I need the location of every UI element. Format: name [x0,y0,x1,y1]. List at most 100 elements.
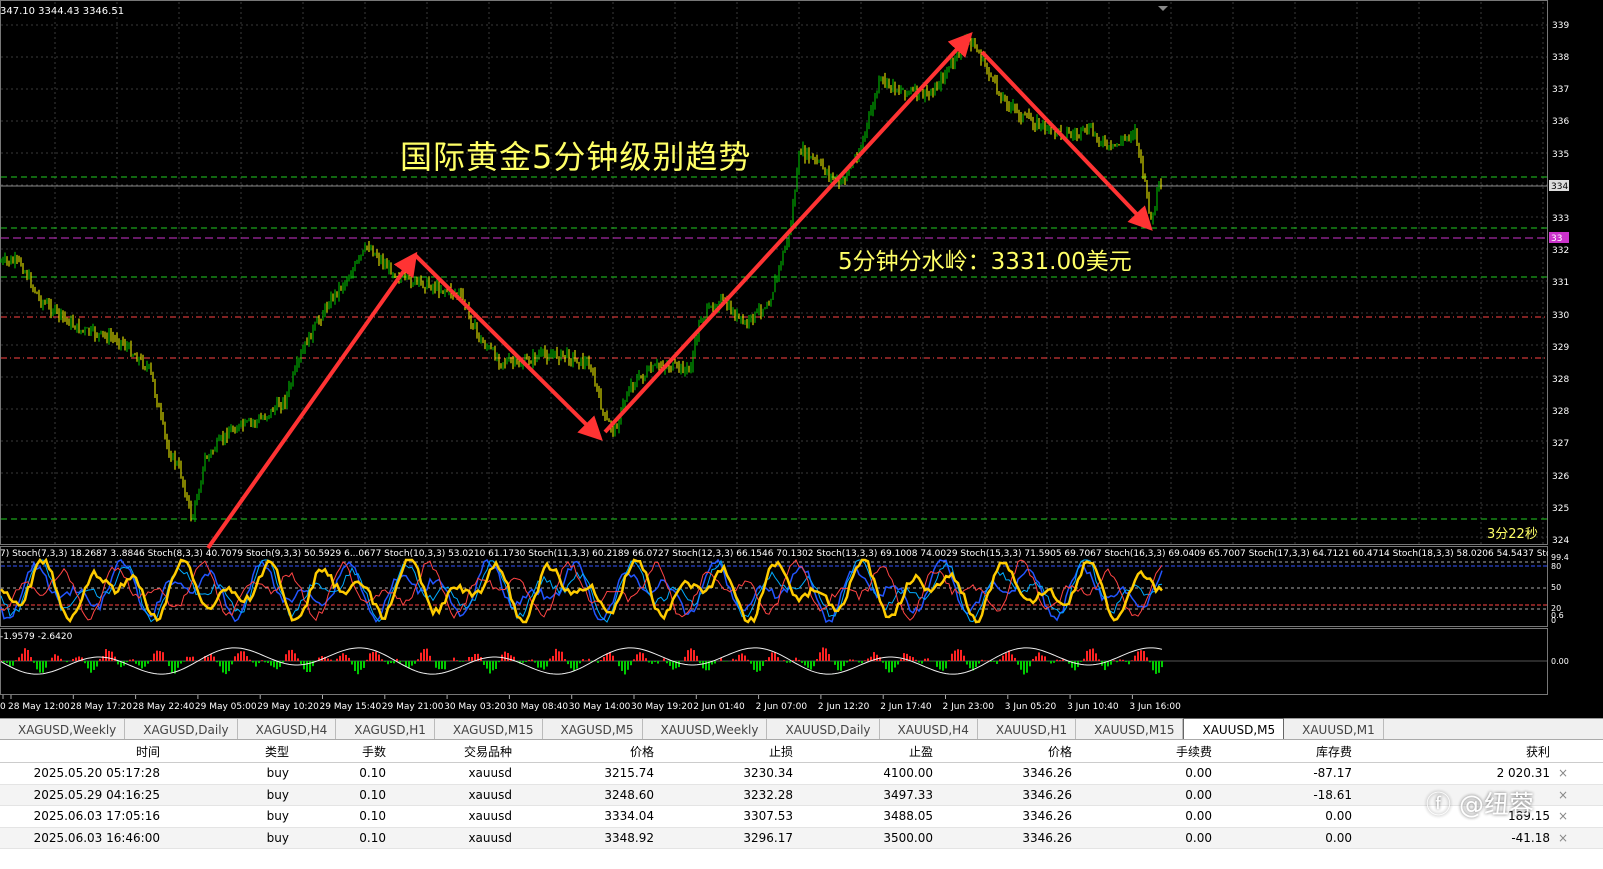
tab-xagusd-m5[interactable]: XAGUSD,M5 [543,719,643,739]
price-axis-label: 327 [1552,439,1569,449]
time-axis-label: 28 May 17:20 [70,702,132,712]
order-cell: 0.00 [1185,830,1212,845]
order-cell: 3248.60 [604,787,654,802]
close-order-icon[interactable]: × [1558,809,1568,823]
order-cell: xauusd [468,830,512,845]
order-cell: 3497.33 [883,787,933,802]
price-axis-label: 326 [1552,472,1569,482]
order-cell: 0.10 [359,830,386,845]
stoch-axis-label: 99.4 [1551,553,1569,562]
price-chart-svg[interactable]: 3393383373363353343333323313303293283283… [0,0,1603,718]
stoch-axis-label: 50 [1551,583,1561,592]
price-axis: 339 338 337 336 335 334 333 332 331 330 329 328 328 3… [1549,21,1569,546]
price-axis-label: 332 [1552,246,1569,256]
orders-column-header[interactable]: 交易品种 [464,743,512,760]
order-cell: xauusd [468,766,512,780]
order-cell: 3296.17 [743,830,793,845]
tab-xauusd-weekly[interactable]: XAUUSD,Weekly [643,719,768,739]
order-cell: -18.61 [1313,787,1352,802]
time-axis-label: 2 Jun 23:00 [943,702,995,712]
close-order-icon[interactable]: × [1558,766,1568,780]
order-cell: xauusd [468,787,512,802]
tab-xauusd-h1[interactable]: XAUUSD,H1 [978,719,1077,739]
orders-column-header[interactable]: 手数 [362,743,386,760]
stoch-axis-label: 0 [1551,616,1556,625]
tab-xagusd-h4[interactable]: XAGUSD,H4 [238,719,337,739]
price-axis-label: 338 [1552,53,1569,63]
tab-xagusd-weekly[interactable]: XAGUSD,Weekly [0,719,126,739]
chart-title-annotation: 国际黄金5分钟级别趋势 [400,138,752,176]
time-axis-label: 29 May 21:00 [382,702,444,712]
price-axis-label: 336 [1552,117,1569,127]
current-price-tag-text: 334 [1551,182,1568,192]
close-order-icon[interactable]: × [1558,831,1568,845]
time-axis-label: 3 Jun 05:20 [1005,702,1057,712]
table-row[interactable]: 2025.05.20 05:17:28 buy 0.10 xauusd 3215.74 3… [0,763,1603,785]
tab-xauusd-m5[interactable]: XAUUSD,M5 [1183,718,1285,739]
tab-xagusd-h1[interactable]: XAGUSD,H1 [336,719,435,739]
level-annotation: 5分钟分水岭：3331.00美元 [838,249,1132,275]
order-cell: 0.10 [359,809,386,824]
orders-column-header[interactable]: 止盈 [909,743,933,760]
time-axis-label: 3 Jun 16:00 [1129,702,1181,712]
chart-window[interactable]: 3393383373363353343333323313303293283283… [0,0,1603,718]
orders-column-header[interactable]: 止损 [769,743,793,760]
price-axis-label: 328 [1552,407,1569,417]
price-axis-label: 339 [1552,21,1569,31]
horizontal-levels [1,176,1547,520]
trend-arrow [206,251,418,550]
time-axis-label: 3 Jun 10:40 [1067,702,1119,712]
order-cell: xauusd [468,809,512,824]
close-order-icon[interactable]: × [1558,788,1568,802]
chart-grid [1,2,1547,544]
table-row[interactable]: 2025.05.29 04:16:25 buy 0.10 xauusd 3248.60 3… [0,784,1603,807]
time-axis-label: 2 Jun 12:20 [818,702,870,712]
tab-xauusd-daily[interactable]: XAUUSD,Daily [767,719,880,739]
orders-column-header[interactable]: 手续费 [1176,743,1212,760]
order-cell: 2025.05.20 05:17:28 [33,766,160,780]
price-axis-label: 335 [1552,150,1569,160]
price-axis-label: 329 [1552,343,1569,353]
orders-column-header[interactable]: 获利 [1526,743,1550,760]
orders-column-header[interactable]: 库存费 [1316,743,1352,760]
order-cell: 0.10 [359,787,386,802]
order-cell: 2025.06.03 17:05:16 [33,809,160,824]
macd-pane: 0.00 [0,647,1569,675]
chart-shift-marker-icon[interactable] [1158,6,1168,11]
tab-xauusd-m15[interactable]: XAUUSD,M15 [1076,719,1184,739]
order-cell: 0.00 [1325,830,1352,845]
chart-tab-bar: XAGUSD,Weekly XAGUSD,Daily XAGUSD,H4 XAGUSD… [0,718,1603,740]
table-row[interactable]: 2025.06.03 16:46:00 buy 0.10 xauusd 3348.92 3… [0,827,1603,850]
stochastic-pane: 99.48050200.60 [0,553,1569,625]
orders-table: 时间 类型 手数 交易品种 价格 止损 止盈 价格 手续费 库存费 获利 2025.05.20 05:… [0,740,1603,869]
order-cell: buy [266,809,289,824]
order-cell: 0.00 [1185,787,1212,802]
trend-arrow [603,32,973,434]
orders-column-header[interactable]: 类型 [265,743,289,760]
tab-xauusd-m1[interactable]: XAUUSD,M1 [1284,719,1384,739]
orders-column-header[interactable]: 时间 [136,743,160,760]
order-cell: 3348.92 [604,830,654,845]
price-candles [0,33,1162,523]
order-cell: 3334.04 [604,809,654,824]
order-cell: -87.17 [1313,766,1352,780]
order-cell: 3346.26 [1022,787,1072,802]
time-axis-label: 28 May 12:00 [8,702,70,712]
order-cell: 0.00 [1325,809,1352,824]
tab-xagusd-m15[interactable]: XAGUSD,M15 [435,719,543,739]
macd-indicator-label: -1.9579 -2.6420 [0,632,73,642]
orders-column-header[interactable]: 价格 [630,743,654,760]
time-axis-label: 0 [0,702,6,712]
price-axis-label: 325 [1552,504,1569,514]
tab-xagusd-daily[interactable]: XAGUSD,Daily [125,719,238,739]
time-axis: 0 28 May 12:00 28 May 17:20 28 May 22:40 29 … [0,695,1181,712]
order-cell: 0.00 [1185,766,1212,780]
orders-column-header[interactable]: 价格 [1048,743,1072,760]
time-axis-label: 30 May 08:40 [506,702,568,712]
time-axis-label: 30 May 19:20 [631,702,693,712]
table-row[interactable]: 2025.06.03 17:05:16 buy 0.10 xauusd 3334.04 3… [0,806,1603,828]
tab-xauusd-h4[interactable]: XAUUSD,H4 [880,719,978,739]
main-pane-frame [0,0,1548,545]
order-cell: 3346.26 [1022,809,1072,824]
order-cell: 3307.53 [743,809,793,824]
